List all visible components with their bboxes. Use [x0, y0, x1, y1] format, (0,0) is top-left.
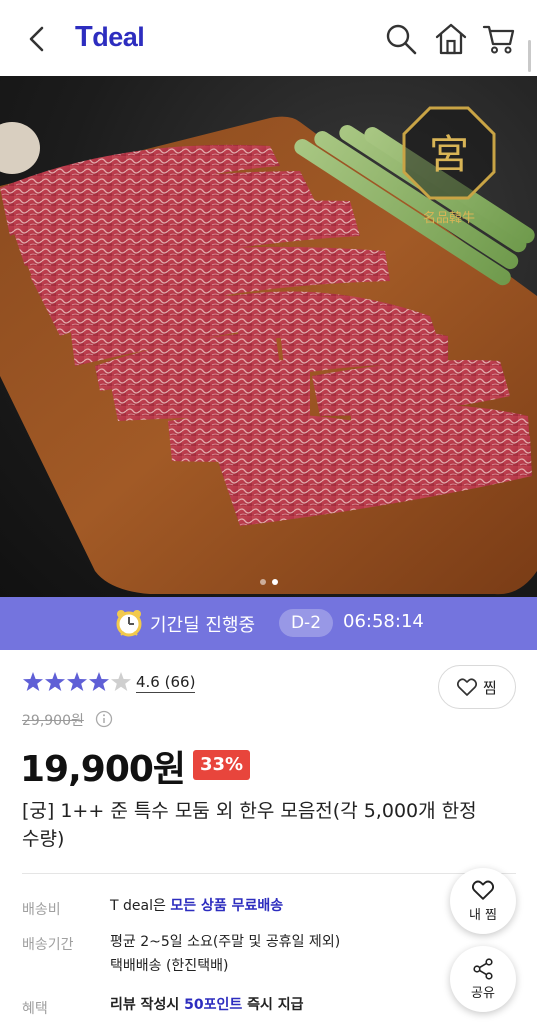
- beef-photo: 宮 名品韓牛: [0, 106, 537, 595]
- shipping-fee-prefix: T deal은: [110, 898, 171, 914]
- discount-badge: 33%: [193, 750, 251, 780]
- search-button[interactable]: [384, 22, 418, 56]
- search-icon: [386, 24, 417, 55]
- shipping-fee-value: T deal은 모든 상품 무료배송: [110, 894, 283, 918]
- alarm-clock-icon: [116, 610, 142, 637]
- carousel-dot-1[interactable]: [259, 579, 266, 585]
- cart-icon: [482, 25, 515, 54]
- my-wish-fab[interactable]: 내 찜: [450, 868, 516, 934]
- cart-button[interactable]: [482, 22, 516, 56]
- shipping-fee-label: 배송비: [22, 902, 61, 918]
- svg-text:宮: 宮: [429, 132, 469, 178]
- star-rating-icon: [23, 672, 131, 691]
- heart-icon: [457, 678, 477, 696]
- svg-text:名品韓牛: 名品韓牛: [423, 210, 475, 226]
- product-title: [궁] 1++ 준 특수 모둠 외 한우 모음전(각 5,000개 한정 수량): [22, 800, 477, 850]
- shipping-period-label: 배송기간: [22, 937, 74, 953]
- rating-value: 4.6: [136, 673, 160, 691]
- back-icon: [29, 26, 44, 52]
- deal-status-text: 기간딜 진행중: [150, 615, 256, 636]
- home-icon: [435, 23, 467, 55]
- my-wish-label: 내 찜: [468, 908, 498, 923]
- sale-price: 19,900원: [20, 749, 186, 790]
- scrollbar[interactable]: [528, 40, 531, 72]
- countdown-timer: 06:58:14: [343, 611, 424, 632]
- benefit-label: 혜택: [22, 1001, 48, 1017]
- heart-icon: [472, 880, 494, 900]
- time-deal-banner: 기간딜 진행중 D-2 06:58:14: [0, 597, 537, 650]
- shipping-carrier: 택배배송 (한진택배): [110, 958, 229, 974]
- benefit-value: 리뷰 작성시 50포인트 즉시 지급: [110, 993, 304, 1017]
- benefit-suffix: 즉시 지급: [242, 997, 304, 1013]
- logo-text: deal: [92, 22, 145, 52]
- home-button[interactable]: [434, 22, 468, 56]
- top-app-bar: Tdeal: [0, 0, 537, 76]
- carousel-indicator: [0, 570, 537, 585]
- share-fab[interactable]: 공유: [450, 946, 516, 1012]
- share-icon: [473, 958, 493, 980]
- benefit-prefix: 리뷰 작성시: [110, 997, 185, 1013]
- carousel-dot-2[interactable]: [271, 579, 278, 585]
- divider: [22, 873, 516, 874]
- free-shipping-text: 모든 상품 무료배송: [170, 898, 284, 914]
- shipping-period-value: 평균 2~5일 소요(주말 및 공휴일 제외) 택배배송 (한진택배): [110, 930, 340, 978]
- review-count: (66): [164, 673, 196, 691]
- shipping-period-line1: 평균 2~5일 소요(주말 및 공휴일 제외): [110, 934, 341, 950]
- wish-button[interactable]: 찜: [438, 665, 516, 709]
- back-button[interactable]: [22, 22, 56, 56]
- logo-t: T: [75, 21, 93, 53]
- rating-text[interactable]: 4.6 (66): [136, 673, 196, 693]
- original-price: 29,900원: [22, 713, 84, 729]
- product-image-carousel[interactable]: 宮 名品韓牛: [0, 76, 537, 597]
- share-label: 공유: [471, 986, 495, 1001]
- dday-badge: D-2: [279, 609, 333, 637]
- info-icon[interactable]: [95, 710, 113, 728]
- benefit-points: 50포인트: [184, 997, 243, 1013]
- tdeal-logo[interactable]: Tdeal: [75, 21, 145, 54]
- wish-label: 찜: [483, 679, 497, 697]
